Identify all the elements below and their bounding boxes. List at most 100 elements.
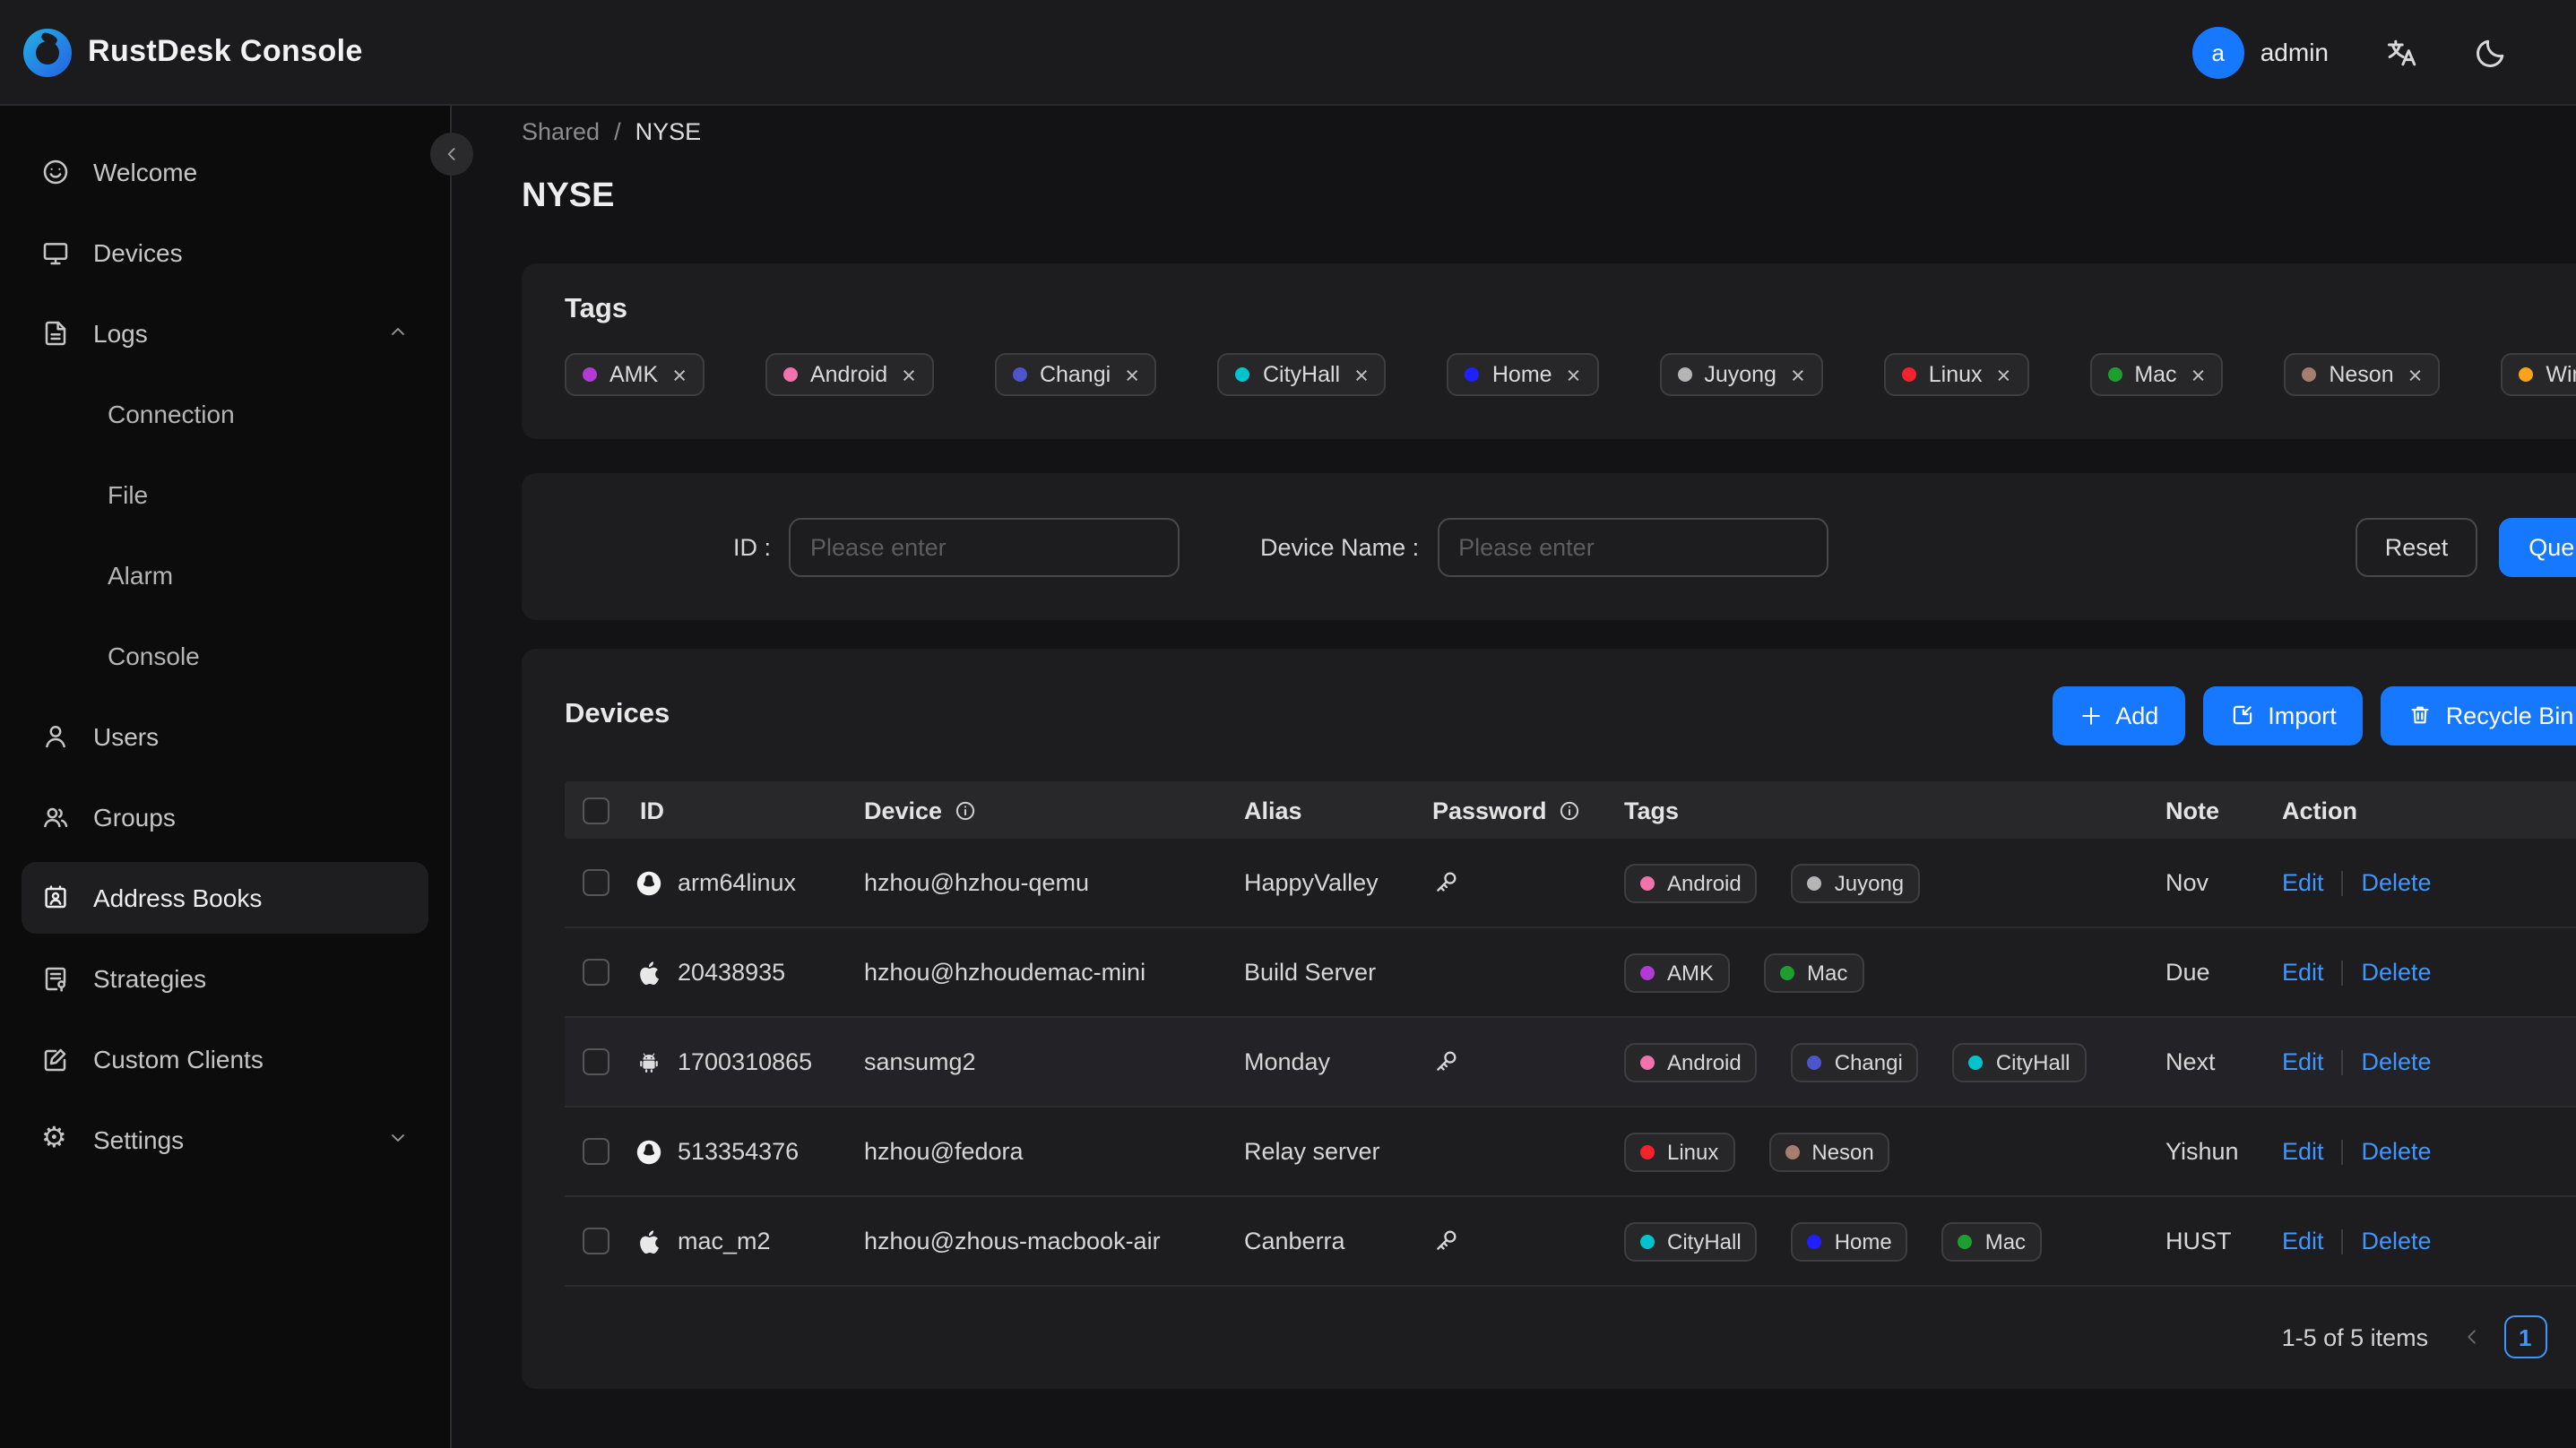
dark-mode-icon[interactable] — [2474, 35, 2508, 69]
table-row: arm64linux hzhou@hzhou-qemu HappyValley And… — [565, 839, 2576, 928]
info-icon[interactable] — [1558, 798, 1581, 822]
delete-link[interactable]: Delete — [2362, 959, 2432, 986]
device-name: hzhou@hzhou-qemu — [864, 869, 1090, 896]
password-cell — [1418, 1048, 1610, 1075]
pagination: 1-5 of 5 items 1 20 / page — [565, 1312, 2576, 1362]
sidebar-item-strategies[interactable]: Strategies — [22, 943, 428, 1014]
page-number-button[interactable]: 1 — [2503, 1315, 2547, 1358]
tag-label: AMK — [609, 362, 659, 387]
device-id: 513354376 — [678, 1138, 800, 1165]
topbar-right: a admin — [2191, 26, 2508, 78]
tag-color-dot — [1780, 965, 1795, 979]
remove-tag-icon[interactable]: × — [2408, 361, 2423, 388]
sidebar-item-users[interactable]: Users — [22, 701, 428, 772]
info-icon[interactable] — [953, 798, 976, 822]
smiley-icon — [41, 158, 70, 186]
remove-tag-icon[interactable]: × — [1125, 361, 1139, 388]
devices-card-title: Devices — [565, 699, 670, 729]
sidebar-item-file[interactable]: File — [22, 459, 428, 530]
recycle-bin-button[interactable]: Recycle Bin — [2381, 685, 2576, 745]
breadcrumb-parent[interactable]: Shared — [522, 118, 600, 145]
row-tag-chip: Neson — [1768, 1132, 1890, 1171]
avatar[interactable]: a — [2191, 26, 2244, 78]
edit-link[interactable]: Edit — [2282, 1228, 2324, 1254]
row-checkbox[interactable] — [582, 869, 609, 896]
sidebar-item-settings[interactable]: ⚙ Settings — [22, 1104, 428, 1176]
sidebar-item-console[interactable]: Console — [22, 620, 428, 692]
delete-link[interactable]: Delete — [2362, 1138, 2432, 1165]
tag-list: AMK × Android × Changi × CityHall × Home × Juyong ×… — [565, 353, 2576, 396]
sidebar-item-groups[interactable]: Groups — [22, 781, 428, 853]
remove-tag-icon[interactable]: × — [1567, 361, 1581, 388]
sidebar-item-devices[interactable]: Devices — [22, 217, 428, 289]
tags-cell: CityHall Home Mac — [1610, 1221, 2151, 1261]
id-input[interactable] — [789, 517, 1180, 576]
import-button[interactable]: Import — [2203, 685, 2364, 745]
remove-tag-icon[interactable]: × — [1791, 361, 1805, 388]
table-row: 20438935 hzhou@hzhoudemac-mini Build Serve… — [565, 928, 2576, 1018]
edit-link[interactable]: Edit — [2282, 1048, 2324, 1075]
previous-page-icon[interactable] — [2460, 1326, 2482, 1348]
tag-label: CityHall — [1995, 1049, 2070, 1074]
view-password-key-icon[interactable] — [1432, 869, 1459, 896]
add-device-button[interactable]: Add — [2053, 685, 2186, 745]
select-all-checkbox[interactable] — [582, 797, 609, 823]
sidebar-item-connection[interactable]: Connection — [22, 378, 428, 450]
row-checkbox[interactable] — [582, 1138, 609, 1165]
remove-tag-icon[interactable]: × — [1354, 361, 1369, 388]
note-text: HUST — [2165, 1228, 2232, 1254]
sidebar-item-welcome[interactable]: Welcome — [22, 136, 428, 208]
row-checkbox[interactable] — [582, 1228, 609, 1254]
remove-tag-icon[interactable]: × — [902, 361, 916, 388]
delete-link[interactable]: Delete — [2362, 1048, 2432, 1075]
edit-link[interactable]: Edit — [2282, 959, 2324, 986]
translate-icon[interactable] — [2384, 35, 2418, 69]
device-name-input[interactable] — [1437, 517, 1828, 576]
remove-tag-icon[interactable]: × — [672, 361, 687, 388]
tag-label: Android — [1667, 1049, 1742, 1074]
delete-link[interactable]: Delete — [2362, 1228, 2432, 1254]
row-tag-chip: Mac — [1764, 952, 1864, 992]
users-icon — [41, 803, 70, 832]
tag-label: Mac — [1807, 960, 1848, 985]
next-page-icon[interactable] — [2568, 1326, 2576, 1348]
sidebar-label: Logs — [93, 319, 148, 348]
reset-button[interactable]: Reset — [2356, 517, 2478, 576]
id-label: ID : — [733, 533, 772, 560]
view-password-key-icon[interactable] — [1432, 1048, 1459, 1075]
row-tag-chip: Mac — [1941, 1221, 2043, 1261]
tags-card: Tags AMK × Android × Changi × CityHall × Home × Ju… — [522, 263, 2576, 439]
device-name: hzhou@fedora — [864, 1138, 1024, 1165]
edit-link[interactable]: Edit — [2282, 1138, 2324, 1165]
edit-link[interactable]: Edit — [2282, 869, 2324, 896]
tag-color-dot — [2519, 367, 2534, 382]
user-name[interactable]: admin — [2260, 38, 2329, 66]
sidebar-item-alarm[interactable]: Alarm — [22, 539, 428, 611]
devices-card: Devices Add Import Recycle Bin ID Device… — [522, 649, 2576, 1389]
query-button[interactable]: Query — [2499, 517, 2576, 576]
row-checkbox[interactable] — [582, 959, 609, 986]
tag-label: Changi — [1039, 362, 1111, 387]
table-body: arm64linux hzhou@hzhou-qemu HappyValley And… — [565, 839, 2576, 1287]
chevron-up-icon — [387, 319, 409, 348]
sidebar-item-custom-clients[interactable]: Custom Clients — [22, 1023, 428, 1095]
action-divider — [2341, 1049, 2344, 1074]
sidebar-label: Alarm — [108, 561, 174, 590]
sidebar-collapse-button[interactable] — [430, 133, 473, 176]
delete-link[interactable]: Delete — [2362, 869, 2432, 896]
note-text: Due — [2165, 959, 2210, 986]
tags-cell: AMK Mac — [1610, 952, 2151, 992]
plus-icon — [2082, 706, 2100, 724]
sidebar-label: Settings — [93, 1125, 185, 1154]
tag-color-dot — [1901, 367, 1916, 382]
remove-tag-icon[interactable]: × — [1997, 361, 2011, 388]
row-tag-chip: AMK — [1624, 952, 1731, 992]
remove-tag-icon[interactable]: × — [2191, 361, 2206, 388]
view-password-key-icon[interactable] — [1432, 1228, 1459, 1254]
id-cell: mac_m2 — [626, 1227, 850, 1255]
tag-color-dot — [1968, 1055, 1984, 1069]
sidebar-item-address-books[interactable]: Address Books — [22, 862, 428, 934]
sidebar-item-logs[interactable]: Logs — [22, 297, 428, 369]
row-checkbox[interactable] — [582, 1048, 609, 1075]
rustdesk-logo-icon — [23, 28, 72, 76]
